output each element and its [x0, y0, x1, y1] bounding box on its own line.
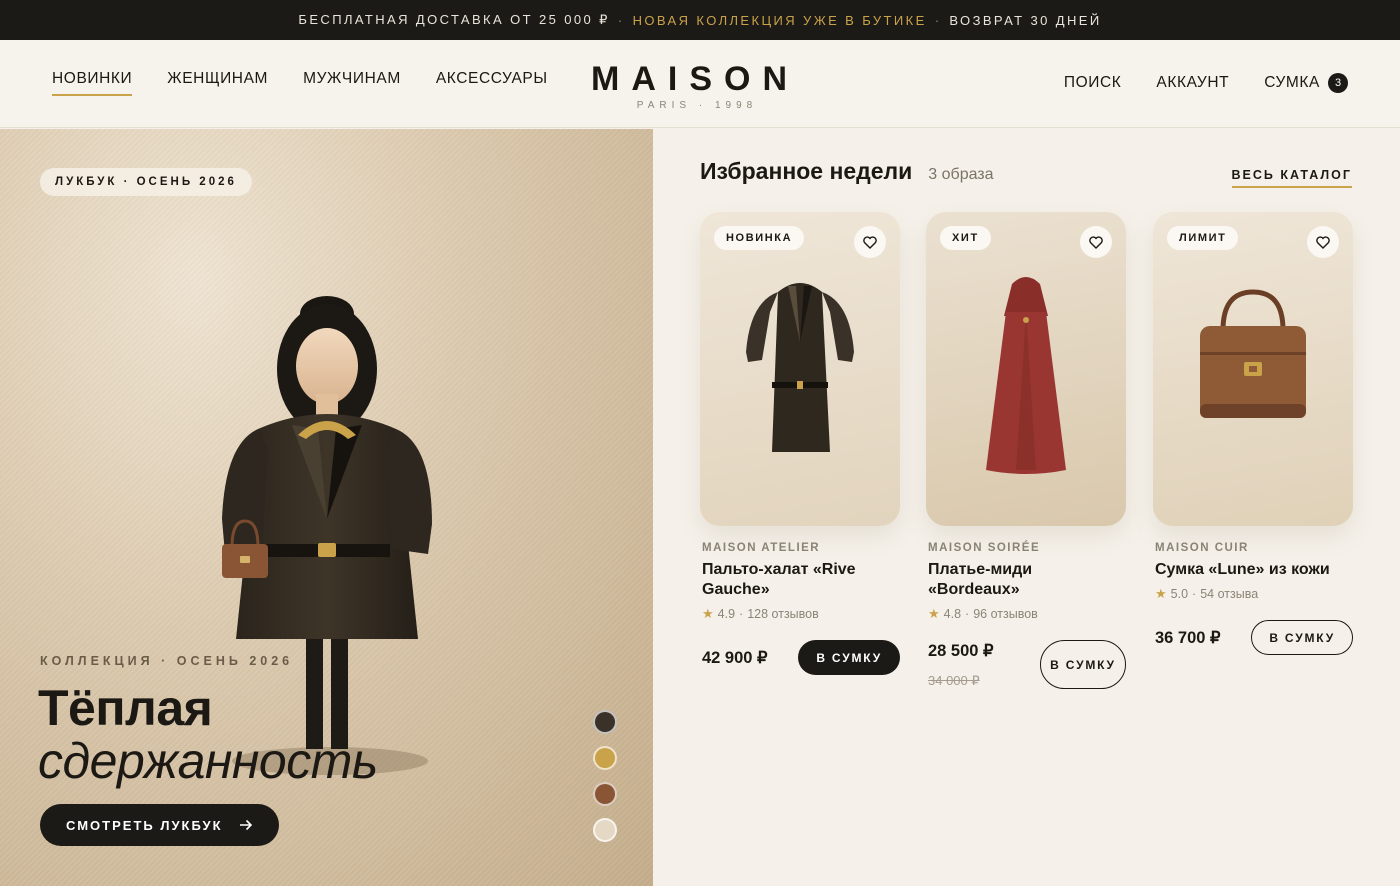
review-count: 128 отзывов [747, 607, 819, 621]
rating-value: 4.9 [717, 607, 736, 621]
product-badge: ХИТ [940, 226, 991, 250]
rating-separator: · [965, 607, 970, 621]
utility-nav: ПОИСК АККАУНТ СУМКА 3 [1064, 73, 1348, 93]
add-to-bag-button[interactable]: В СУМКУ [1251, 620, 1353, 655]
wishlist-button[interactable] [854, 226, 886, 258]
promo-separator: · [617, 12, 625, 28]
review-count: 96 отзывов [973, 607, 1038, 621]
arrow-right-icon [239, 819, 252, 831]
product-buy-row: 42 900 ₽ В СУМКУ [700, 640, 900, 675]
product-rating: ★ 4.9 · 128 отзывов [700, 606, 900, 622]
hero-lookbook: ЛУКБУК · ОСЕНЬ 2026 КОЛЛЕКЦИЯ · ОСЕНЬ 20… [0, 129, 653, 886]
hero-title-italic: сдержанность [38, 733, 378, 789]
product-brand: MAISON CUIR [1155, 542, 1249, 554]
promo-free-delivery: БЕСПЛАТНАЯ ДОСТАВКА ОТ 25 000 ₽ [298, 12, 610, 27]
nav-bag[interactable]: СУМКА 3 [1264, 73, 1348, 93]
promo-new-collection[interactable]: НОВАЯ КОЛЛЕКЦИЯ УЖЕ В БУТИКЕ [633, 13, 927, 28]
bag-count-badge: 3 [1328, 73, 1348, 93]
price-block: 28 500 ₽ 34 000 ₽ [928, 641, 1026, 689]
product-name[interactable]: Пальто-халат «Rive Gauche» [700, 560, 900, 600]
product-price: 36 700 ₽ [1155, 628, 1221, 647]
product-image[interactable]: НОВИНКА [700, 212, 900, 526]
star-icon: ★ [702, 606, 714, 621]
swatch-charcoal[interactable] [593, 710, 617, 734]
product-buy-row: 36 700 ₽ В СУМКУ [1153, 620, 1353, 655]
view-lookbook-button[interactable]: СМОТРЕТЬ ЛУКБУК [40, 804, 279, 846]
add-to-bag-button[interactable]: В СУМКУ [798, 640, 900, 675]
product-badge: ЛИМИТ [1167, 226, 1239, 250]
swatch-cognac[interactable] [593, 782, 617, 806]
product-brand: MAISON ATELIER [702, 542, 821, 554]
promo-bar: БЕСПЛАТНАЯ ДОСТАВКА ОТ 25 000 ₽ · НОВАЯ … [0, 0, 1400, 40]
nav-bag-label: СУМКА [1264, 74, 1320, 91]
promo-separator: · [934, 12, 942, 28]
nav-search[interactable]: ПОИСК [1064, 74, 1122, 92]
product-badge: НОВИНКА [714, 226, 805, 250]
add-to-bag-button[interactable]: В СУМКУ [1040, 640, 1126, 689]
rating-separator: · [1192, 587, 1197, 601]
swatch-cream[interactable] [593, 818, 617, 842]
product-image[interactable]: ЛИМИТ [1153, 212, 1353, 526]
product-price: 42 900 ₽ [702, 648, 768, 667]
view-lookbook-label: СМОТРЕТЬ ЛУКБУК [66, 817, 223, 833]
coat-illustration [746, 283, 854, 452]
promo-returns: ВОЗВРАТ 30 ДНЕЙ [949, 12, 1102, 28]
product-buy-row: 28 500 ₽ 34 000 ₽ В СУМКУ [926, 640, 1126, 689]
featured-title: Избранное недели [700, 158, 913, 184]
dress-illustration [986, 277, 1066, 474]
product-old-price: 34 000 ₽ [928, 672, 980, 688]
hero-title: Тёплая [38, 680, 213, 736]
product-card[interactable]: ЛИМИТ MAISON CUIR Сумка «Lune» из кожи ★… [1153, 212, 1353, 655]
product-rating: ★ 5.0 · 54 отзыва [1153, 586, 1353, 602]
lookbook-season-badge: ЛУКБУК · ОСЕНЬ 2026 [40, 168, 252, 196]
product-card[interactable]: ХИТ MAISON SOIRÉE Платье-миди «Bordeaux»… [926, 212, 1126, 689]
full-catalog-link[interactable]: ВЕСЬ КАТАЛОГ [1231, 168, 1352, 188]
review-count: 54 отзыва [1200, 587, 1259, 601]
product-rating: ★ 4.8 · 96 отзывов [926, 606, 1126, 622]
featured-header: Избранное недели 3 образа [700, 158, 994, 185]
product-brand: MAISON SOIRÉE [928, 542, 1041, 554]
product-name[interactable]: Сумка «Lune» из кожи [1153, 560, 1353, 580]
heart-icon [1089, 235, 1103, 249]
star-icon: ★ [1155, 586, 1167, 601]
star-icon: ★ [928, 606, 940, 621]
product-image[interactable]: ХИТ [926, 212, 1126, 526]
bag-illustration [1200, 289, 1306, 418]
heart-icon [863, 235, 877, 249]
wishlist-button[interactable] [1307, 226, 1339, 258]
rating-value: 5.0 [1170, 587, 1189, 601]
rating-separator: · [739, 607, 744, 621]
featured-count: 3 образа [928, 166, 994, 183]
rating-value: 4.8 [943, 607, 962, 621]
heart-icon [1316, 235, 1330, 249]
wishlist-button[interactable] [1080, 226, 1112, 258]
brand-tagline: PARIS · 1998 [636, 100, 758, 111]
hero-eyebrow: КОЛЛЕКЦИЯ · ОСЕНЬ 2026 [40, 654, 294, 668]
nav-account[interactable]: АККАУНТ [1156, 74, 1229, 92]
site-header: НОВИНКИ ЖЕНЩИНАМ МУЖЧИНАМ АКСЕССУАРЫ MAI… [0, 40, 1400, 128]
product-name[interactable]: Платье-миди «Bordeaux» [926, 560, 1126, 600]
product-card[interactable]: НОВИНКА MAISON ATELIER Пальто-халат «Riv… [700, 212, 900, 675]
swatch-gold[interactable] [593, 746, 617, 770]
product-price: 28 500 ₽ [928, 641, 994, 660]
color-swatches [593, 710, 617, 842]
